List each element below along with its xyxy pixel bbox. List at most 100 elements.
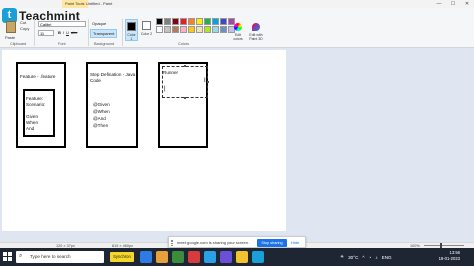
language-indicator[interactable]: ENG bbox=[382, 255, 392, 260]
resize-handle[interactable] bbox=[184, 65, 186, 67]
font-size-select[interactable]: 11 bbox=[38, 30, 54, 36]
color2-selector[interactable]: Color 2 bbox=[140, 19, 153, 41]
font-format-buttons: B I U abc bbox=[58, 30, 77, 35]
cut-button[interactable]: Cut bbox=[20, 20, 26, 25]
then-annotation: @Then bbox=[93, 123, 109, 128]
search-placeholder: Type here to search bbox=[30, 254, 71, 259]
feature-sheet: Feature - .feature Feature: Scenario: Gi… bbox=[16, 62, 66, 148]
pinned-apps bbox=[140, 251, 264, 263]
zoom-slider[interactable] bbox=[424, 245, 464, 246]
color-swatch[interactable] bbox=[188, 26, 195, 33]
group-label-clipboard: Clipboard bbox=[10, 42, 27, 46]
font-family-select[interactable]: Calibri bbox=[38, 21, 86, 27]
underline-button[interactable]: U bbox=[66, 30, 69, 35]
ribbon-group-labels: Clipboard Font Background Colors bbox=[0, 41, 474, 48]
paste-button[interactable]: Paste bbox=[5, 35, 15, 40]
taskbar-app-icon[interactable] bbox=[156, 251, 168, 263]
taskbar: ⌕ Type here to search Synchron ☀ 30°C ^ … bbox=[0, 248, 474, 266]
ribbon: t Teachmint Paste Cut Copy Calibri 11 B … bbox=[0, 8, 474, 48]
search-icon: ⌕ bbox=[19, 253, 23, 259]
color-swatch[interactable] bbox=[196, 18, 203, 25]
paste-icon[interactable] bbox=[6, 21, 16, 33]
runner-sheet: Runner | I bbox=[158, 62, 209, 148]
copy-button[interactable]: Copy bbox=[20, 26, 29, 31]
color-swatch[interactable] bbox=[156, 26, 163, 33]
paint-tools-tab[interactable]: Paint Tools bbox=[62, 0, 88, 8]
color-swatch[interactable] bbox=[204, 26, 211, 33]
edit-colors-button[interactable]: Edit colors bbox=[232, 23, 244, 41]
bold-button[interactable]: B bbox=[58, 30, 61, 35]
color2-swatch bbox=[142, 21, 151, 30]
edit-colors-label: Edit colors bbox=[233, 33, 243, 41]
screen-sharing-bar: meet.google.com is sharing your screen. … bbox=[168, 236, 306, 248]
color-swatch[interactable] bbox=[212, 26, 219, 33]
work-area: Feature - .feature Feature: Scenario: Gi… bbox=[0, 48, 474, 242]
edit-with-paint3d-button[interactable]: Edit with Paint 3D bbox=[247, 23, 265, 41]
windows-start-icon[interactable] bbox=[3, 252, 12, 261]
paint3d-label: Edit with Paint 3D bbox=[249, 33, 263, 41]
strikethrough-button[interactable]: abc bbox=[71, 30, 77, 35]
drag-handle-icon[interactable] bbox=[171, 240, 173, 246]
resize-handle[interactable] bbox=[207, 81, 209, 83]
color-swatch[interactable] bbox=[180, 26, 187, 33]
italic-button[interactable]: I bbox=[63, 30, 64, 35]
clock-date: 18-01-2023 bbox=[438, 256, 460, 261]
when-annotation: @When bbox=[93, 109, 110, 114]
scenario-line: Scenario: bbox=[26, 102, 46, 107]
resize-handle[interactable] bbox=[184, 97, 186, 99]
color-swatch[interactable] bbox=[220, 26, 227, 33]
color-swatch[interactable] bbox=[172, 26, 179, 33]
taskbar-app-icon[interactable] bbox=[140, 251, 152, 263]
synchron-app-button[interactable]: Synchron bbox=[110, 252, 134, 262]
step-definition-sheet: Step Defination - Java Code @Given @When… bbox=[86, 62, 138, 148]
taskbar-app-icon[interactable] bbox=[220, 251, 232, 263]
minimize-button[interactable]: — bbox=[432, 0, 446, 8]
runner-title: Runner bbox=[163, 70, 179, 75]
color-palette bbox=[156, 18, 235, 33]
color-swatch[interactable] bbox=[156, 18, 163, 25]
group-label-colors: Colors bbox=[178, 42, 189, 46]
drawing-canvas[interactable]: Feature - .feature Feature: Scenario: Gi… bbox=[2, 50, 286, 231]
system-tray: ☀ 30°C ^ ◔ ♪ ENG bbox=[340, 248, 392, 266]
taskbar-app-icon[interactable] bbox=[188, 251, 200, 263]
color-swatch[interactable] bbox=[204, 18, 211, 25]
color1-selector[interactable]: Color 1 bbox=[125, 19, 138, 41]
taskbar-app-icon[interactable] bbox=[172, 251, 184, 263]
background-group: Opaque Transparent bbox=[90, 20, 118, 40]
color-swatch[interactable] bbox=[164, 26, 171, 33]
transparent-option[interactable]: Transparent bbox=[90, 29, 118, 38]
and-line: And bbox=[26, 126, 35, 131]
taskbar-app-icon[interactable] bbox=[236, 251, 248, 263]
color-swatch[interactable] bbox=[180, 18, 187, 25]
color-swatch[interactable] bbox=[220, 18, 227, 25]
step-definition-title-line2: Code bbox=[90, 78, 101, 83]
volume-icon[interactable]: ♪ bbox=[375, 255, 377, 260]
color-swatch[interactable] bbox=[172, 18, 179, 25]
weather-icon[interactable]: ☀ bbox=[340, 254, 344, 260]
color-wheel-icon bbox=[234, 23, 242, 31]
taskbar-app-icon[interactable] bbox=[252, 251, 264, 263]
group-label-background: Background bbox=[94, 42, 115, 46]
stop-sharing-button[interactable]: Stop sharing bbox=[257, 239, 287, 247]
color-swatch[interactable] bbox=[164, 18, 171, 25]
given-annotation: @Given bbox=[93, 102, 110, 107]
taskbar-clock[interactable]: 13:56 18-01-2023 bbox=[432, 250, 460, 262]
maximize-button[interactable]: ☐ bbox=[446, 0, 460, 8]
color-swatch[interactable] bbox=[212, 18, 219, 25]
group-label-font: Font bbox=[58, 42, 66, 46]
title-bar: Paint Tools Untitled - Paint — ☐ ✕ bbox=[0, 0, 474, 8]
network-icon[interactable]: ◔ bbox=[369, 255, 372, 260]
taskbar-search-box[interactable]: ⌕ Type here to search bbox=[16, 251, 104, 263]
window-controls: — ☐ ✕ bbox=[432, 0, 474, 8]
color1-label: Color 1 bbox=[127, 33, 136, 41]
color-swatch[interactable] bbox=[196, 26, 203, 33]
taskbar-app-icon[interactable] bbox=[204, 251, 216, 263]
close-button[interactable]: ✕ bbox=[460, 0, 474, 8]
opaque-option[interactable]: Opaque bbox=[90, 20, 117, 27]
i-beam-pointer-icon: I bbox=[204, 78, 206, 84]
color2-label: Color 2 bbox=[140, 32, 153, 36]
weather-temp[interactable]: 30°C bbox=[348, 255, 358, 260]
color-swatch[interactable] bbox=[188, 18, 195, 25]
paint3d-icon bbox=[252, 23, 260, 31]
tray-chevron-icon[interactable]: ^ bbox=[362, 255, 364, 260]
